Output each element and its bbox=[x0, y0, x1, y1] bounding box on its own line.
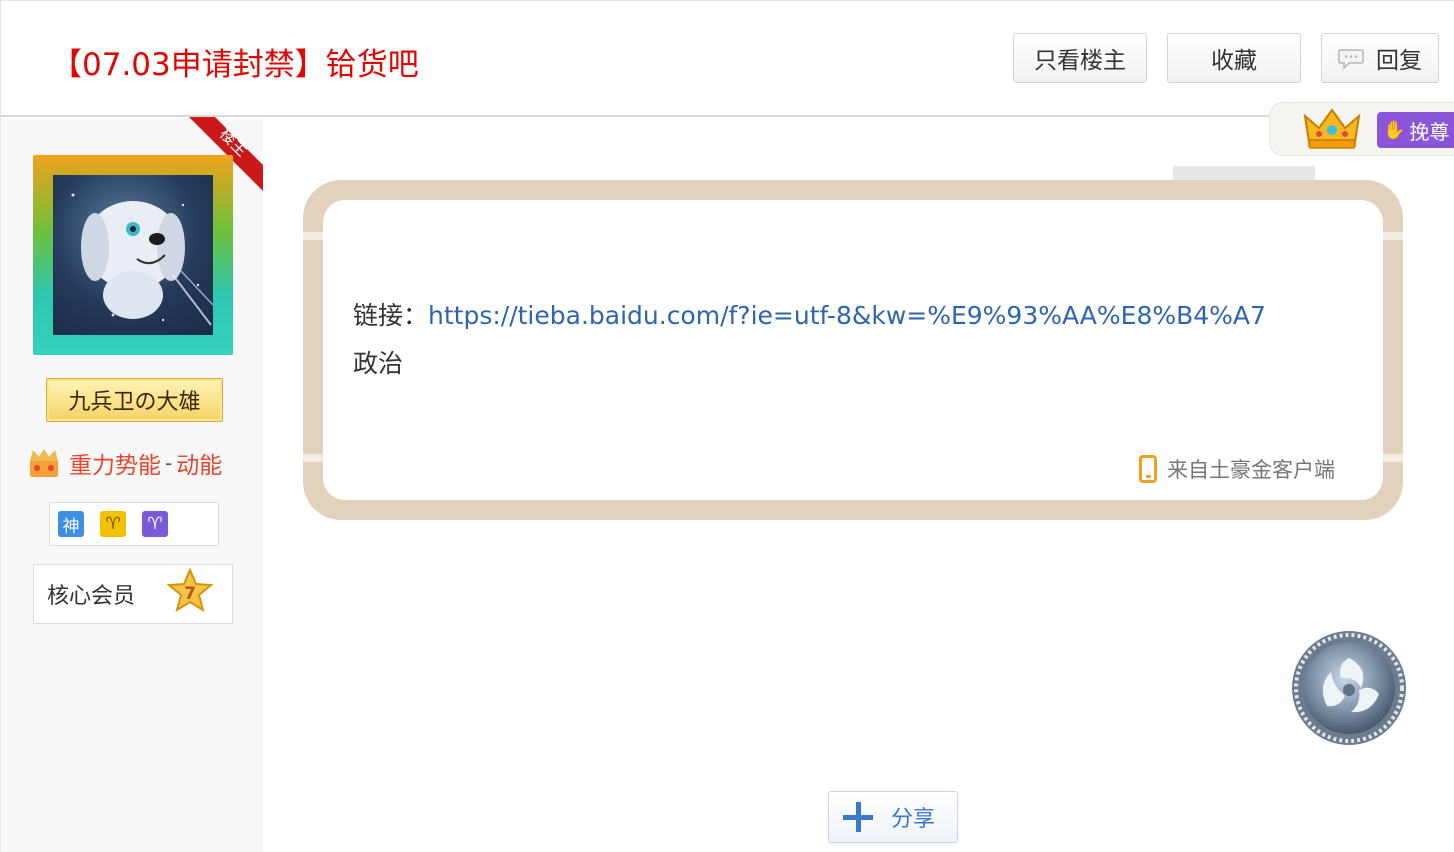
client-source-label: 来自土豪金客户端 bbox=[1167, 458, 1335, 482]
crown-icon bbox=[1301, 104, 1363, 154]
bubble-notch bbox=[1383, 454, 1403, 462]
share-button[interactable]: 分享 bbox=[828, 791, 958, 843]
link-label: 链接： bbox=[353, 301, 429, 330]
post-link[interactable]: https://tieba.baidu.com/f?ie=utf-8&kw=%E… bbox=[428, 301, 1266, 330]
reply-button[interactable]: 回复 bbox=[1321, 33, 1439, 83]
bubble-notch bbox=[1383, 232, 1403, 240]
wan-zun-label: 挽尊 bbox=[1409, 119, 1450, 144]
paw-icon: ✋ bbox=[1383, 119, 1406, 141]
favorite-button[interactable]: 收藏 bbox=[1167, 33, 1301, 83]
thread-page: 【07.03申请封禁】铪货吧 只看楼主 收藏 回复 ✋ 挽尊 楼主 九兵卫の大雄… bbox=[0, 0, 1454, 852]
medal-icon[interactable] bbox=[1289, 628, 1409, 748]
thread-title[interactable]: 【07.03申请封禁】铪货吧 bbox=[51, 39, 419, 84]
shen-badge-icon[interactable]: 神 bbox=[58, 511, 84, 537]
member-star-level: 7 bbox=[184, 584, 196, 604]
level-separator: - bbox=[165, 451, 173, 475]
share-label: 分享 bbox=[891, 807, 936, 832]
avatar[interactable] bbox=[33, 155, 233, 355]
wan-zun-badge[interactable]: ✋ 挽尊 bbox=[1377, 112, 1454, 148]
user-badges-box: 神 ♈ ♈ bbox=[49, 502, 219, 546]
post-link-line: 链接：https://tieba.baidu.com/f?ie=utf-8&kw… bbox=[353, 296, 1266, 332]
aries-purple-icon[interactable]: ♈ bbox=[142, 511, 168, 537]
phone-icon bbox=[1139, 455, 1157, 483]
client-source-tag[interactable]: 来自土豪金客户端 bbox=[1139, 454, 1335, 484]
membership-label: 核心会员 bbox=[47, 584, 136, 609]
bubble-notch bbox=[303, 454, 323, 462]
avatar-image bbox=[53, 175, 213, 335]
member-star-icon: 7 bbox=[166, 567, 214, 618]
speech-bubble-icon bbox=[1338, 48, 1364, 70]
thread-header: 【07.03申请封禁】铪货吧 只看楼主 收藏 回复 bbox=[1, 0, 1454, 117]
aries-gold-icon[interactable]: ♈ bbox=[100, 511, 126, 537]
only-op-button[interactable]: 只看楼主 bbox=[1013, 33, 1147, 83]
level-title-2: 动能 bbox=[176, 453, 223, 479]
bubble-notch bbox=[303, 232, 323, 240]
level-title-1: 重力势能 bbox=[69, 453, 161, 479]
username-badge[interactable]: 九兵卫の大雄 bbox=[46, 378, 223, 422]
level-title-row[interactable]: 重力势能 - 动能 bbox=[27, 446, 222, 480]
level-crown-icon bbox=[27, 447, 61, 479]
plus-icon bbox=[843, 802, 873, 832]
reply-label: 回复 bbox=[1376, 48, 1422, 74]
post-text-line: 政治 bbox=[353, 349, 404, 378]
